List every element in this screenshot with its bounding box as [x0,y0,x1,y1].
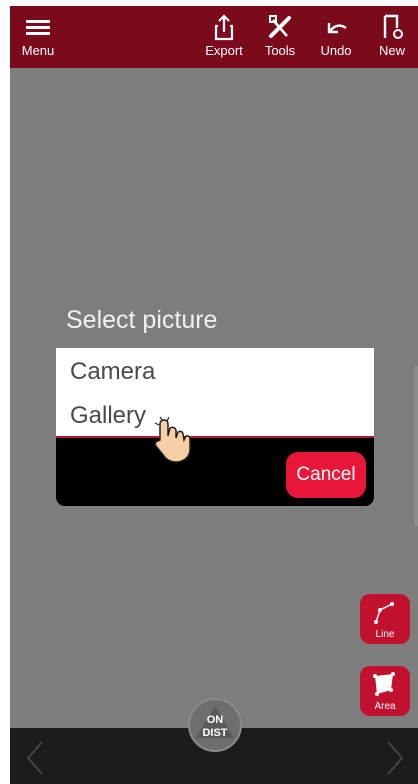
new-label: New [378,43,405,58]
on-label: ON [206,714,224,726]
new-button[interactable]: New [368,10,416,66]
dialog-title: Select picture [66,306,218,334]
area-tool-button[interactable]: Area [360,666,410,716]
dialog-actions: Cancel [56,436,374,506]
app-screen: Menu Export Tools Undo New Select pictur… [10,6,418,784]
tools-icon [256,10,304,44]
export-button[interactable]: Export [200,10,248,66]
scroll-edge [414,366,418,526]
export-label: Export [205,43,243,58]
menu-icon [14,10,62,44]
export-icon [200,10,248,44]
new-icon [368,10,416,44]
dist-label: DIST [202,727,228,739]
tap-hand-icon [150,416,202,473]
tools-button[interactable]: Tools [256,10,304,66]
line-tool-button[interactable]: Line [360,594,410,644]
tools-label: Tools [264,43,296,58]
menu-button[interactable]: Menu [14,10,62,66]
cancel-button[interactable]: Cancel [286,452,366,498]
undo-button[interactable]: Undo [312,10,360,66]
undo-icon [312,10,360,44]
area-label: Area [374,701,396,712]
option-camera[interactable]: Camera [70,358,155,386]
undo-label: Undo [320,43,352,58]
chevron-right-icon[interactable] [380,738,410,783]
on-dist-button[interactable]: ON DIST [188,698,242,752]
picture-options-list: Camera Gallery [56,348,374,436]
line-label: Line [375,629,395,640]
menu-label: Menu [21,43,55,58]
chevron-left-icon[interactable] [20,738,50,783]
option-gallery[interactable]: Gallery [70,402,146,430]
top-toolbar: Menu Export Tools Undo New [10,6,418,68]
